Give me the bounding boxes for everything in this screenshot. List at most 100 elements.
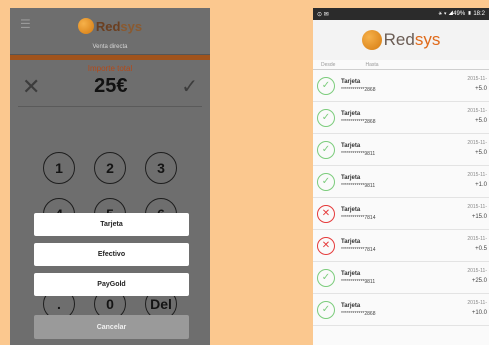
app-header: Redsys <box>313 20 489 60</box>
success-check-icon: ✓ <box>317 76 335 95</box>
amount-row: ✕ 25€ ✓ <box>10 75 210 98</box>
transaction-meta: 2015-11- +15.0 <box>467 204 487 220</box>
status-left-icons: ⊙ ✉ <box>317 11 329 18</box>
confirm-check-icon[interactable]: ✓ <box>181 77 198 97</box>
card-number: ************7814 <box>341 214 376 221</box>
transaction-row[interactable]: ✓ Tarjeta ************2868 2015-11- +10.0 <box>313 294 489 326</box>
transaction-meta: 2015-11- +0.5 <box>467 236 487 252</box>
logo-text-accent: sys <box>120 18 143 34</box>
transaction-info: Tarjeta ************2868 <box>341 303 375 317</box>
amount-divider <box>18 106 202 107</box>
card-number: ************2868 <box>341 118 376 125</box>
transaction-info: Tarjeta ************2868 <box>341 79 375 93</box>
transaction-amount: +5.0 <box>475 150 487 156</box>
transaction-date: 2015-11- <box>467 204 487 210</box>
transaction-row[interactable]: ✓ Tarjeta ************9811 2015-11- +1.0 <box>313 166 489 198</box>
transaction-info: Tarjeta ************2868 <box>341 111 375 125</box>
amount-value: 25€ <box>94 75 128 97</box>
transaction-amount: +10.0 <box>471 310 487 316</box>
logo-text: Redsys <box>96 19 142 34</box>
transaction-type: Tarjeta <box>341 174 361 181</box>
key-2[interactable]: 2 <box>94 152 126 184</box>
transaction-date: 2015-11- <box>467 108 487 114</box>
amount-label: Importe total <box>87 64 133 73</box>
transaction-meta: 2015-11- +5.0 <box>467 108 487 124</box>
orange-divider <box>10 55 210 60</box>
transaction-type: Tarjeta <box>341 78 361 85</box>
key-1[interactable]: 1 <box>43 152 75 184</box>
transaction-row[interactable]: ✕ Tarjeta ************7814 2015-11- +0.5 <box>313 230 489 262</box>
card-number: ************9811 <box>341 278 376 285</box>
transaction-type: Tarjeta <box>341 206 361 213</box>
transaction-info: Tarjeta ************9811 <box>341 175 375 189</box>
transaction-type: Tarjeta <box>341 302 361 309</box>
card-number: ************2868 <box>341 86 376 93</box>
success-check-icon: ✓ <box>317 300 335 319</box>
card-number: ************9811 <box>341 150 376 157</box>
status-bar: ⊙ ✉ ⚹ ▾ ◢49% ▮ 18:2 <box>313 8 489 20</box>
transaction-meta: 2015-11- +5.0 <box>467 140 487 156</box>
transaction-date: 2015-11- <box>467 76 487 82</box>
transaction-row[interactable]: ✓ Tarjeta ************9811 2015-11- +25.0 <box>313 262 489 294</box>
transaction-date: 2015-11- <box>467 172 487 178</box>
logo-text-main: Red <box>95 18 121 34</box>
success-check-icon: ✓ <box>317 108 335 127</box>
success-check-icon: ✓ <box>317 172 335 191</box>
transaction-type: Tarjeta <box>341 110 361 117</box>
transaction-row[interactable]: ✓ Tarjeta ************9811 2015-11- +5.0 <box>313 134 489 166</box>
transaction-date: 2015-11- <box>467 268 487 274</box>
transaction-amount: +25.0 <box>471 278 487 284</box>
transaction-meta: 2015-11- +25.0 <box>467 268 487 284</box>
clear-amount-icon[interactable]: ✕ <box>22 75 40 98</box>
transaction-amount: +1.0 <box>475 182 487 188</box>
date-to-field[interactable]: Hasta <box>365 62 378 68</box>
transaction-type: Tarjeta <box>341 238 361 245</box>
transaction-type: Tarjeta <box>341 142 361 149</box>
screen-subtitle: Venta directa <box>10 44 210 55</box>
logo-text-main: Red <box>383 30 415 49</box>
logo-text: Redsys <box>384 30 441 50</box>
transaction-type: Tarjeta <box>341 270 361 277</box>
transactions-screen: ⊙ ✉ ⚹ ▾ ◢49% ▮ 18:2 Redsys Desde Hasta ✓… <box>313 8 489 345</box>
transaction-info: Tarjeta ************9811 <box>341 271 375 285</box>
date-filter: Desde Hasta <box>313 60 489 70</box>
efectivo-option-button[interactable]: Efectivo <box>34 243 189 266</box>
error-x-icon: ✕ <box>317 204 335 223</box>
tarjeta-option-button[interactable]: Tarjeta <box>34 213 189 236</box>
redsys-logo: Redsys <box>361 30 441 50</box>
card-number: ************7814 <box>341 246 376 253</box>
logo-text-accent: sys <box>414 30 441 49</box>
payment-screen: ☰ Redsys Venta directa Importe total ✕ 2… <box>10 8 210 345</box>
cancel-button[interactable]: Cancelar <box>34 315 189 339</box>
transaction-list: ✓ Tarjeta ************2868 2015-11- +5.0 ✓ Tar… <box>313 70 489 326</box>
transaction-row[interactable]: ✓ Tarjeta ************2868 2015-11- +5.0 <box>313 70 489 102</box>
transaction-amount: +5.0 <box>475 118 487 124</box>
transaction-date: 2015-11- <box>467 236 487 242</box>
card-number: ************2868 <box>341 310 376 317</box>
transaction-amount: +5.0 <box>475 86 487 92</box>
paygold-option-button[interactable]: PayGold <box>34 273 189 296</box>
logo-sun-icon <box>361 30 382 50</box>
transaction-info: Tarjeta ************9811 <box>341 143 375 157</box>
transaction-amount: +15.0 <box>471 214 487 220</box>
success-check-icon: ✓ <box>317 140 335 159</box>
transaction-meta: 2015-11- +5.0 <box>467 76 487 92</box>
date-from-field[interactable]: Desde <box>321 62 335 68</box>
logo-sun-icon <box>77 18 94 34</box>
transaction-amount: +0.5 <box>475 246 487 252</box>
transaction-row[interactable]: ✕ Tarjeta ************7814 2015-11- +15.0 <box>313 198 489 230</box>
success-check-icon: ✓ <box>317 268 335 287</box>
transaction-row[interactable]: ✓ Tarjeta ************2868 2015-11- +5.0 <box>313 102 489 134</box>
app-header: ☰ Redsys <box>10 8 210 44</box>
transaction-meta: 2015-11- +10.0 <box>467 300 487 316</box>
transaction-info: Tarjeta ************7814 <box>341 207 375 221</box>
transaction-meta: 2015-11- +1.0 <box>467 172 487 188</box>
error-x-icon: ✕ <box>317 236 335 255</box>
hamburger-menu-icon[interactable]: ☰ <box>20 18 31 30</box>
status-right-info: ⚹ ▾ ◢49% ▮ 18:2 <box>438 10 485 17</box>
card-number: ************9811 <box>341 182 376 189</box>
redsys-logo: Redsys <box>77 18 142 34</box>
key-3[interactable]: 3 <box>145 152 177 184</box>
transaction-date: 2015-11- <box>467 300 487 306</box>
transaction-date: 2015-11- <box>467 140 487 146</box>
